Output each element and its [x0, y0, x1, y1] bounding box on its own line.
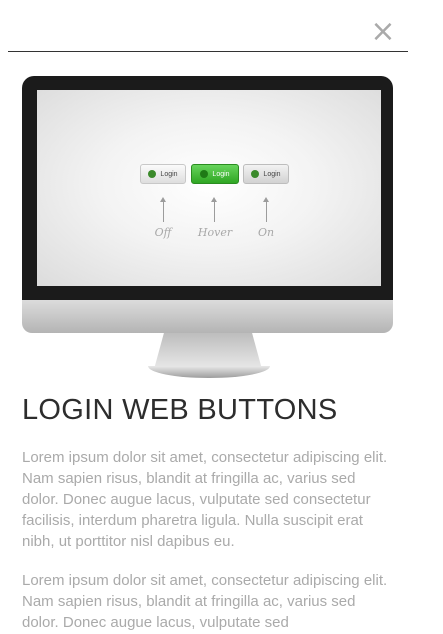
close-button[interactable]: × — [369, 17, 397, 47]
login-icon — [148, 170, 157, 178]
modal-header: × — [0, 0, 443, 53]
monitor-screen: Login Login Login Off Hover On — [37, 90, 381, 286]
state-label-on: On — [257, 226, 275, 239]
monitor-bezel: Login Login Login Off Hover On — [22, 76, 393, 302]
monitor-image: Login Login Login Off Hover On — [22, 76, 393, 380]
monitor-stand-base — [148, 366, 270, 378]
arrow-up-icon — [160, 197, 166, 222]
state-label-off: Off — [154, 226, 172, 239]
article-paragraph: Lorem ipsum dolor sit amet, consectetur … — [22, 572, 388, 631]
article-paragraph: Lorem ipsum dolor sit amet, consectetur … — [22, 449, 388, 550]
login-icon — [200, 170, 209, 178]
button-label: Login — [160, 170, 178, 178]
state-label-hover: Hover — [197, 226, 233, 239]
button-label: Login — [212, 170, 230, 178]
header-divider — [8, 51, 408, 52]
arrow-up-icon — [263, 197, 269, 222]
login-button-on-preview: Login — [243, 164, 289, 184]
article-title: LOGIN WEB BUTTONS — [22, 394, 338, 426]
login-icon — [251, 170, 260, 178]
login-button-off-preview: Login — [140, 164, 186, 184]
arrow-up-icon — [211, 197, 217, 222]
login-button-hover-preview: Login — [191, 164, 239, 184]
monitor-stand — [154, 333, 262, 367]
close-icon: × — [370, 14, 396, 49]
button-label: Login — [263, 170, 281, 178]
monitor-chin — [22, 300, 393, 333]
